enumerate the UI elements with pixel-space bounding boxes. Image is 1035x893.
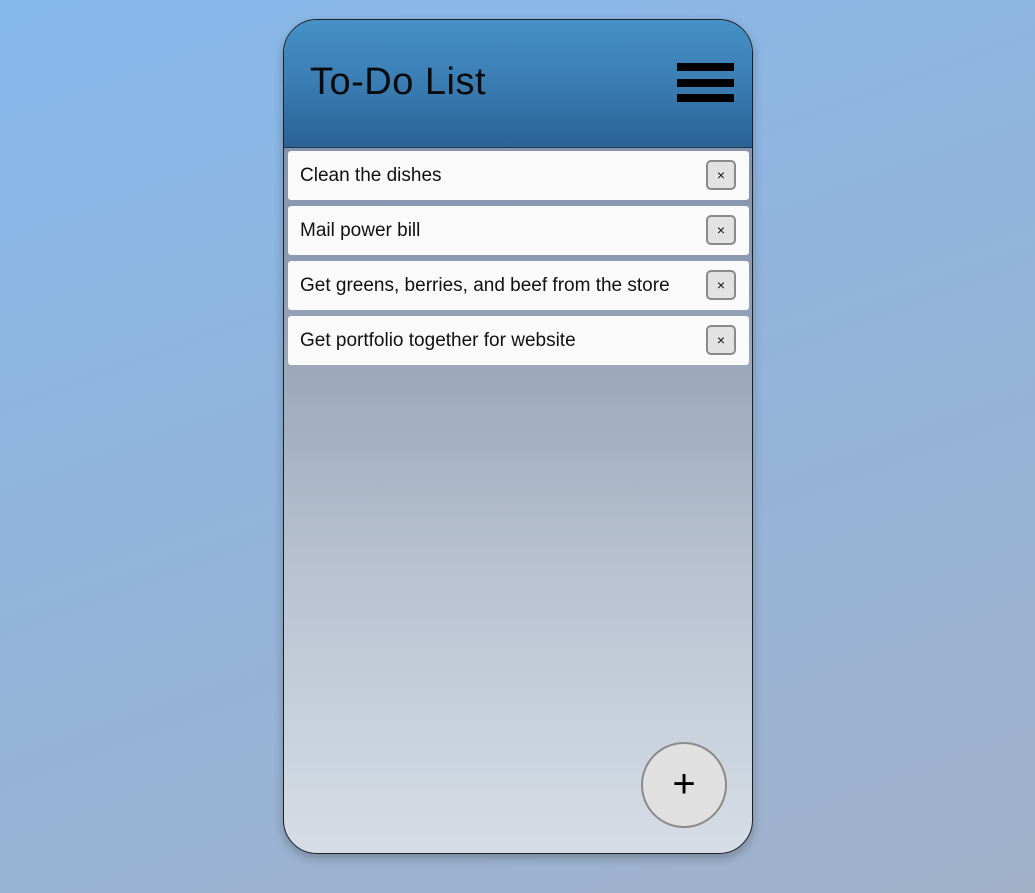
task-item: Mail power bill ×	[288, 206, 749, 255]
menu-bar-middle	[677, 79, 734, 87]
hamburger-menu-icon[interactable]	[677, 63, 734, 103]
task-list: Clean the dishes × Mail power bill × Get…	[288, 151, 749, 371]
task-item: Get portfolio together for website ×	[288, 316, 749, 365]
todo-app-window: To-Do List Clean the dishes × Mail power…	[283, 19, 753, 854]
task-item: Clean the dishes ×	[288, 151, 749, 200]
menu-bar-bottom	[677, 94, 734, 102]
task-text: Get greens, berries, and beef from the s…	[300, 275, 670, 296]
delete-task-button[interactable]: ×	[706, 325, 736, 355]
app-header: To-Do List	[284, 20, 752, 148]
menu-bar-top	[677, 63, 734, 71]
task-item: Get greens, berries, and beef from the s…	[288, 261, 749, 310]
add-task-button[interactable]: +	[641, 742, 727, 828]
task-text: Mail power bill	[300, 220, 421, 241]
page-title: To-Do List	[310, 61, 487, 103]
delete-task-button[interactable]: ×	[706, 215, 736, 245]
delete-task-button[interactable]: ×	[706, 160, 736, 190]
task-text: Get portfolio together for website	[300, 330, 576, 351]
delete-task-button[interactable]: ×	[706, 270, 736, 300]
task-text: Clean the dishes	[300, 165, 442, 186]
